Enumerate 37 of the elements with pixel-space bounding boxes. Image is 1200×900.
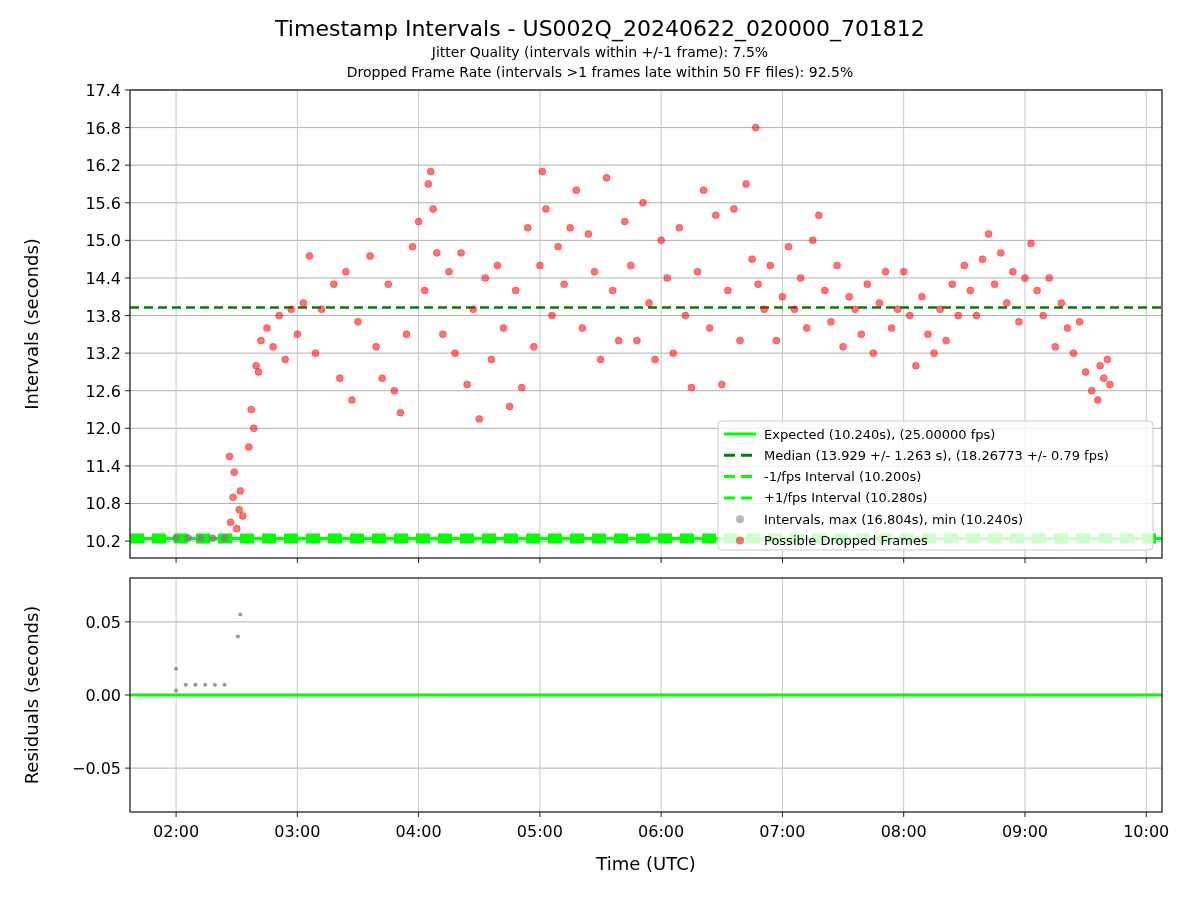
x-tick-label: 08:00 [880, 822, 927, 841]
y-tick-label: 15.0 [85, 231, 121, 251]
y-axis-label: Residuals (seconds) [21, 605, 42, 785]
y-tick-label: 12.6 [85, 381, 121, 401]
y-tick-label: 14.4 [85, 268, 121, 288]
figure-subtitle: Dropped Frame Rate (intervals >1 frames late within 50 FF files): 92.5% [346, 63, 854, 82]
legend-label: Expected (10.240s), (25.00000 fps) [764, 426, 996, 442]
y-tick-label: 17.4 [85, 81, 121, 100]
legend-label: +1/fps Interval (10.280s) [764, 490, 928, 506]
x-tick-label: 09:00 [1001, 822, 1048, 841]
x-tick-label: 04:00 [395, 822, 442, 841]
x-axis-label: Time (UTC) [596, 853, 696, 874]
y-tick-label: 10.8 [85, 494, 121, 514]
y-tick-label: 10.2 [85, 532, 121, 552]
figure-title: Timestamp Intervals - US002Q_20240622_020000_701812 [275, 16, 925, 42]
legend-label: Median (13.929 +/- 1.263 s), (18.26773 +/- 0.79 fps) [764, 447, 1109, 463]
figure-subtitle: Jitter Quality (intervals within +/-1 frame): 7.5% [431, 43, 769, 62]
y-tick-label: 13.2 [85, 344, 121, 364]
y-tick-label: 16.8 [85, 118, 121, 138]
y-tick-label: 0.00 [85, 686, 121, 705]
y-tick-label: 0.05 [85, 612, 121, 632]
x-tick-label: 06:00 [638, 822, 685, 841]
y-tick-label: −0.05 [71, 759, 121, 779]
legend-label: -1/fps Interval (10.200s) [764, 469, 922, 485]
legend-label: Intervals, max (16.804s), min (10.240s) [764, 511, 1023, 527]
x-tick-label: 05:00 [516, 822, 563, 841]
x-tick-label: 03:00 [274, 822, 321, 841]
y-tick-label: 12.0 [85, 419, 121, 439]
legend-label: Possible Dropped Frames [764, 533, 928, 548]
y-tick-label: 11.4 [85, 456, 121, 476]
x-tick-label: 07:00 [759, 822, 806, 841]
y-tick-label: 16.2 [85, 156, 121, 176]
y-axis-label: Intervals (seconds) [21, 238, 42, 410]
y-tick-label: 15.6 [85, 193, 121, 213]
x-tick-label: 02:00 [153, 822, 200, 841]
x-tick-label: 10:00 [1123, 822, 1170, 841]
y-tick-label: 13.8 [85, 306, 121, 326]
